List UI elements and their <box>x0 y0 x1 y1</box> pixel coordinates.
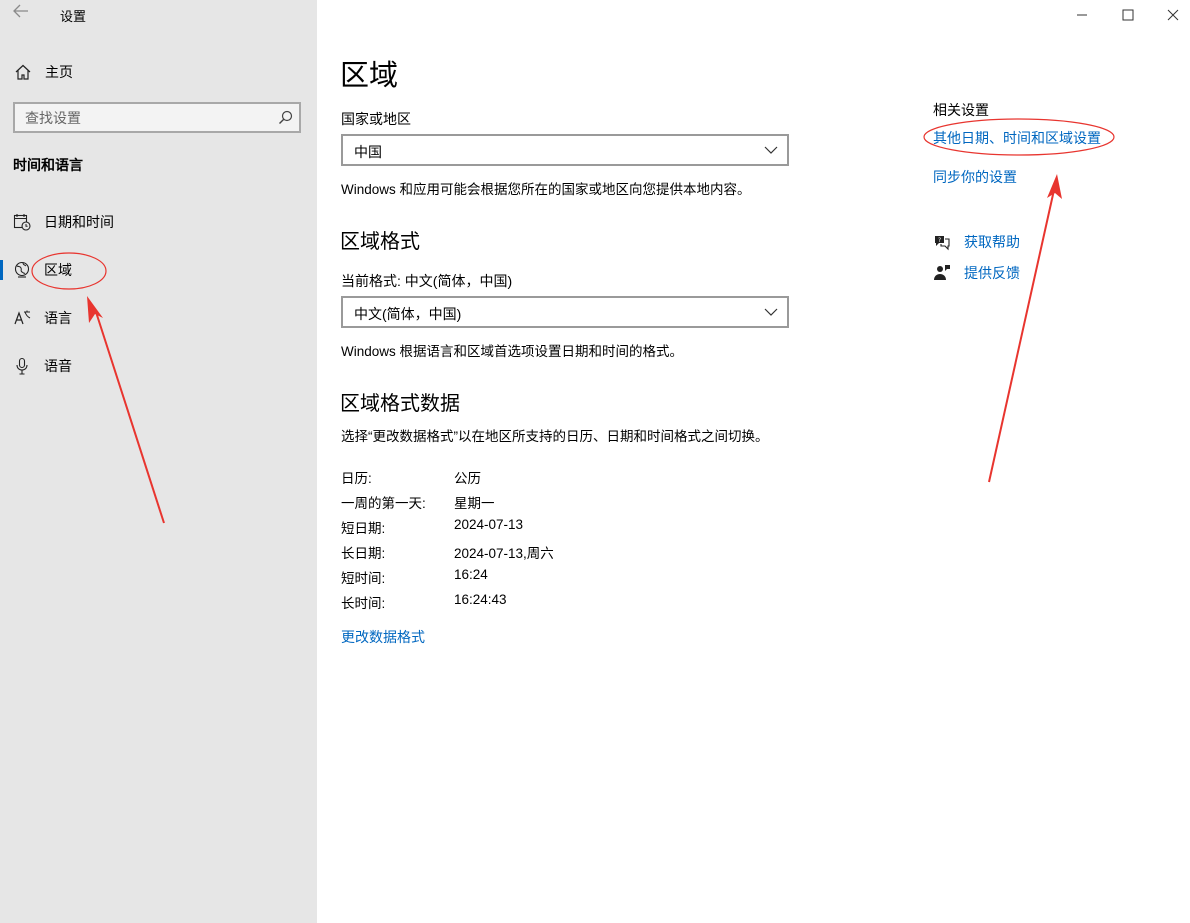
data-row-value: 公历 <box>454 471 481 486</box>
feedback-link[interactable]: 提供反馈 <box>964 263 1020 283</box>
svg-text:?: ? <box>938 237 941 244</box>
nav-home[interactable]: 主页 <box>14 61 73 83</box>
format-heading: 区域格式 <box>340 231 420 253</box>
app-title: 设置 <box>60 9 87 24</box>
home-icon <box>15 64 31 80</box>
format-description: Windows 根据语言和区域首选项设置日期和时间的格式。 <box>341 344 684 359</box>
sidebar-item-label: 语音 <box>44 358 72 374</box>
nav-home-label: 主页 <box>45 64 73 80</box>
search-box[interactable] <box>13 102 301 133</box>
data-row-value: 16:24 <box>454 567 488 582</box>
other-date-time-region-link[interactable]: 其他日期、时间和区域设置 <box>933 128 1101 148</box>
close-button[interactable] <box>1153 0 1190 30</box>
sync-settings-link[interactable]: 同步你的设置 <box>933 167 1017 187</box>
chevron-down-icon <box>764 308 778 316</box>
close-icon <box>1167 9 1179 21</box>
change-data-format-link[interactable]: 更改数据格式 <box>341 627 425 647</box>
selection-indicator <box>0 260 3 280</box>
data-row-value: 16:24:43 <box>454 592 507 607</box>
annotation-arrowhead-link <box>1047 174 1062 199</box>
language-icon <box>14 310 31 325</box>
feedback-person-icon <box>934 265 950 280</box>
sidebar-item-speech[interactable]: 语音 <box>0 346 317 386</box>
data-row-key: 短时间: <box>341 571 386 586</box>
search-input[interactable] <box>25 109 265 127</box>
chevron-down-icon <box>764 146 778 154</box>
section-title: 时间和语言 <box>13 157 83 173</box>
data-row-key: 短日期: <box>341 521 386 536</box>
data-row-value: 2024-07-13 <box>454 517 524 532</box>
help-chat-icon: ? <box>935 236 950 251</box>
data-row-key: 一周的第一天: <box>341 496 426 511</box>
maximize-icon <box>1122 9 1134 21</box>
sidebar-item-language[interactable]: 语言 <box>0 298 317 338</box>
sidebar-item-label: 区域 <box>44 262 72 278</box>
data-row-key: 日历: <box>341 471 372 486</box>
data-row-value: 星期一 <box>454 496 495 511</box>
maximize-button[interactable] <box>1108 0 1148 30</box>
country-description: Windows 和应用可能会根据您所在的国家或地区向您提供本地内容。 <box>341 182 751 197</box>
sidebar-item-label: 日期和时间 <box>44 214 114 230</box>
data-row-key: 长日期: <box>341 546 386 561</box>
sidebar-item-label: 语言 <box>44 310 72 326</box>
sidebar-item-date-time[interactable]: 日期和时间 <box>0 202 317 242</box>
data-row-key: 长时间: <box>341 596 386 611</box>
current-format-label: 当前格式: 中文(简体，中国) <box>341 273 513 289</box>
sidebar-item-region[interactable]: 区域 <box>0 250 317 290</box>
globe-icon <box>14 261 30 278</box>
search-icon[interactable] <box>278 110 293 125</box>
title-bar: 设置 <box>0 0 317 30</box>
data-row-value: 2024-07-13,周六 <box>454 546 554 561</box>
country-select-value: 中国 <box>354 144 382 160</box>
minimize-icon <box>1077 14 1087 16</box>
minimize-button[interactable] <box>1062 0 1102 30</box>
get-help-row[interactable]: ? 获取帮助 <box>933 232 1020 252</box>
country-label: 国家或地区 <box>341 111 411 127</box>
format-select-value: 中文(简体，中国) <box>354 306 462 322</box>
calendar-clock-icon <box>13 214 31 231</box>
microphone-icon <box>16 357 28 375</box>
related-settings-title: 相关设置 <box>933 102 989 118</box>
back-arrow-icon <box>13 4 28 18</box>
sidebar: 设置 主页 时间和语言 日期和时间 区域 <box>0 0 317 923</box>
country-select[interactable]: 中国 <box>341 134 789 166</box>
back-button[interactable] <box>10 4 32 24</box>
page-title: 区域 <box>340 60 399 92</box>
data-heading: 区域格式数据 <box>340 393 460 415</box>
feedback-row[interactable]: 提供反馈 <box>933 263 1020 283</box>
get-help-link[interactable]: 获取帮助 <box>964 232 1020 252</box>
data-description: 选择“更改数据格式”以在地区所支持的日历、日期和时间格式之间切换。 <box>341 429 769 444</box>
format-select[interactable]: 中文(简体，中国) <box>341 296 789 328</box>
